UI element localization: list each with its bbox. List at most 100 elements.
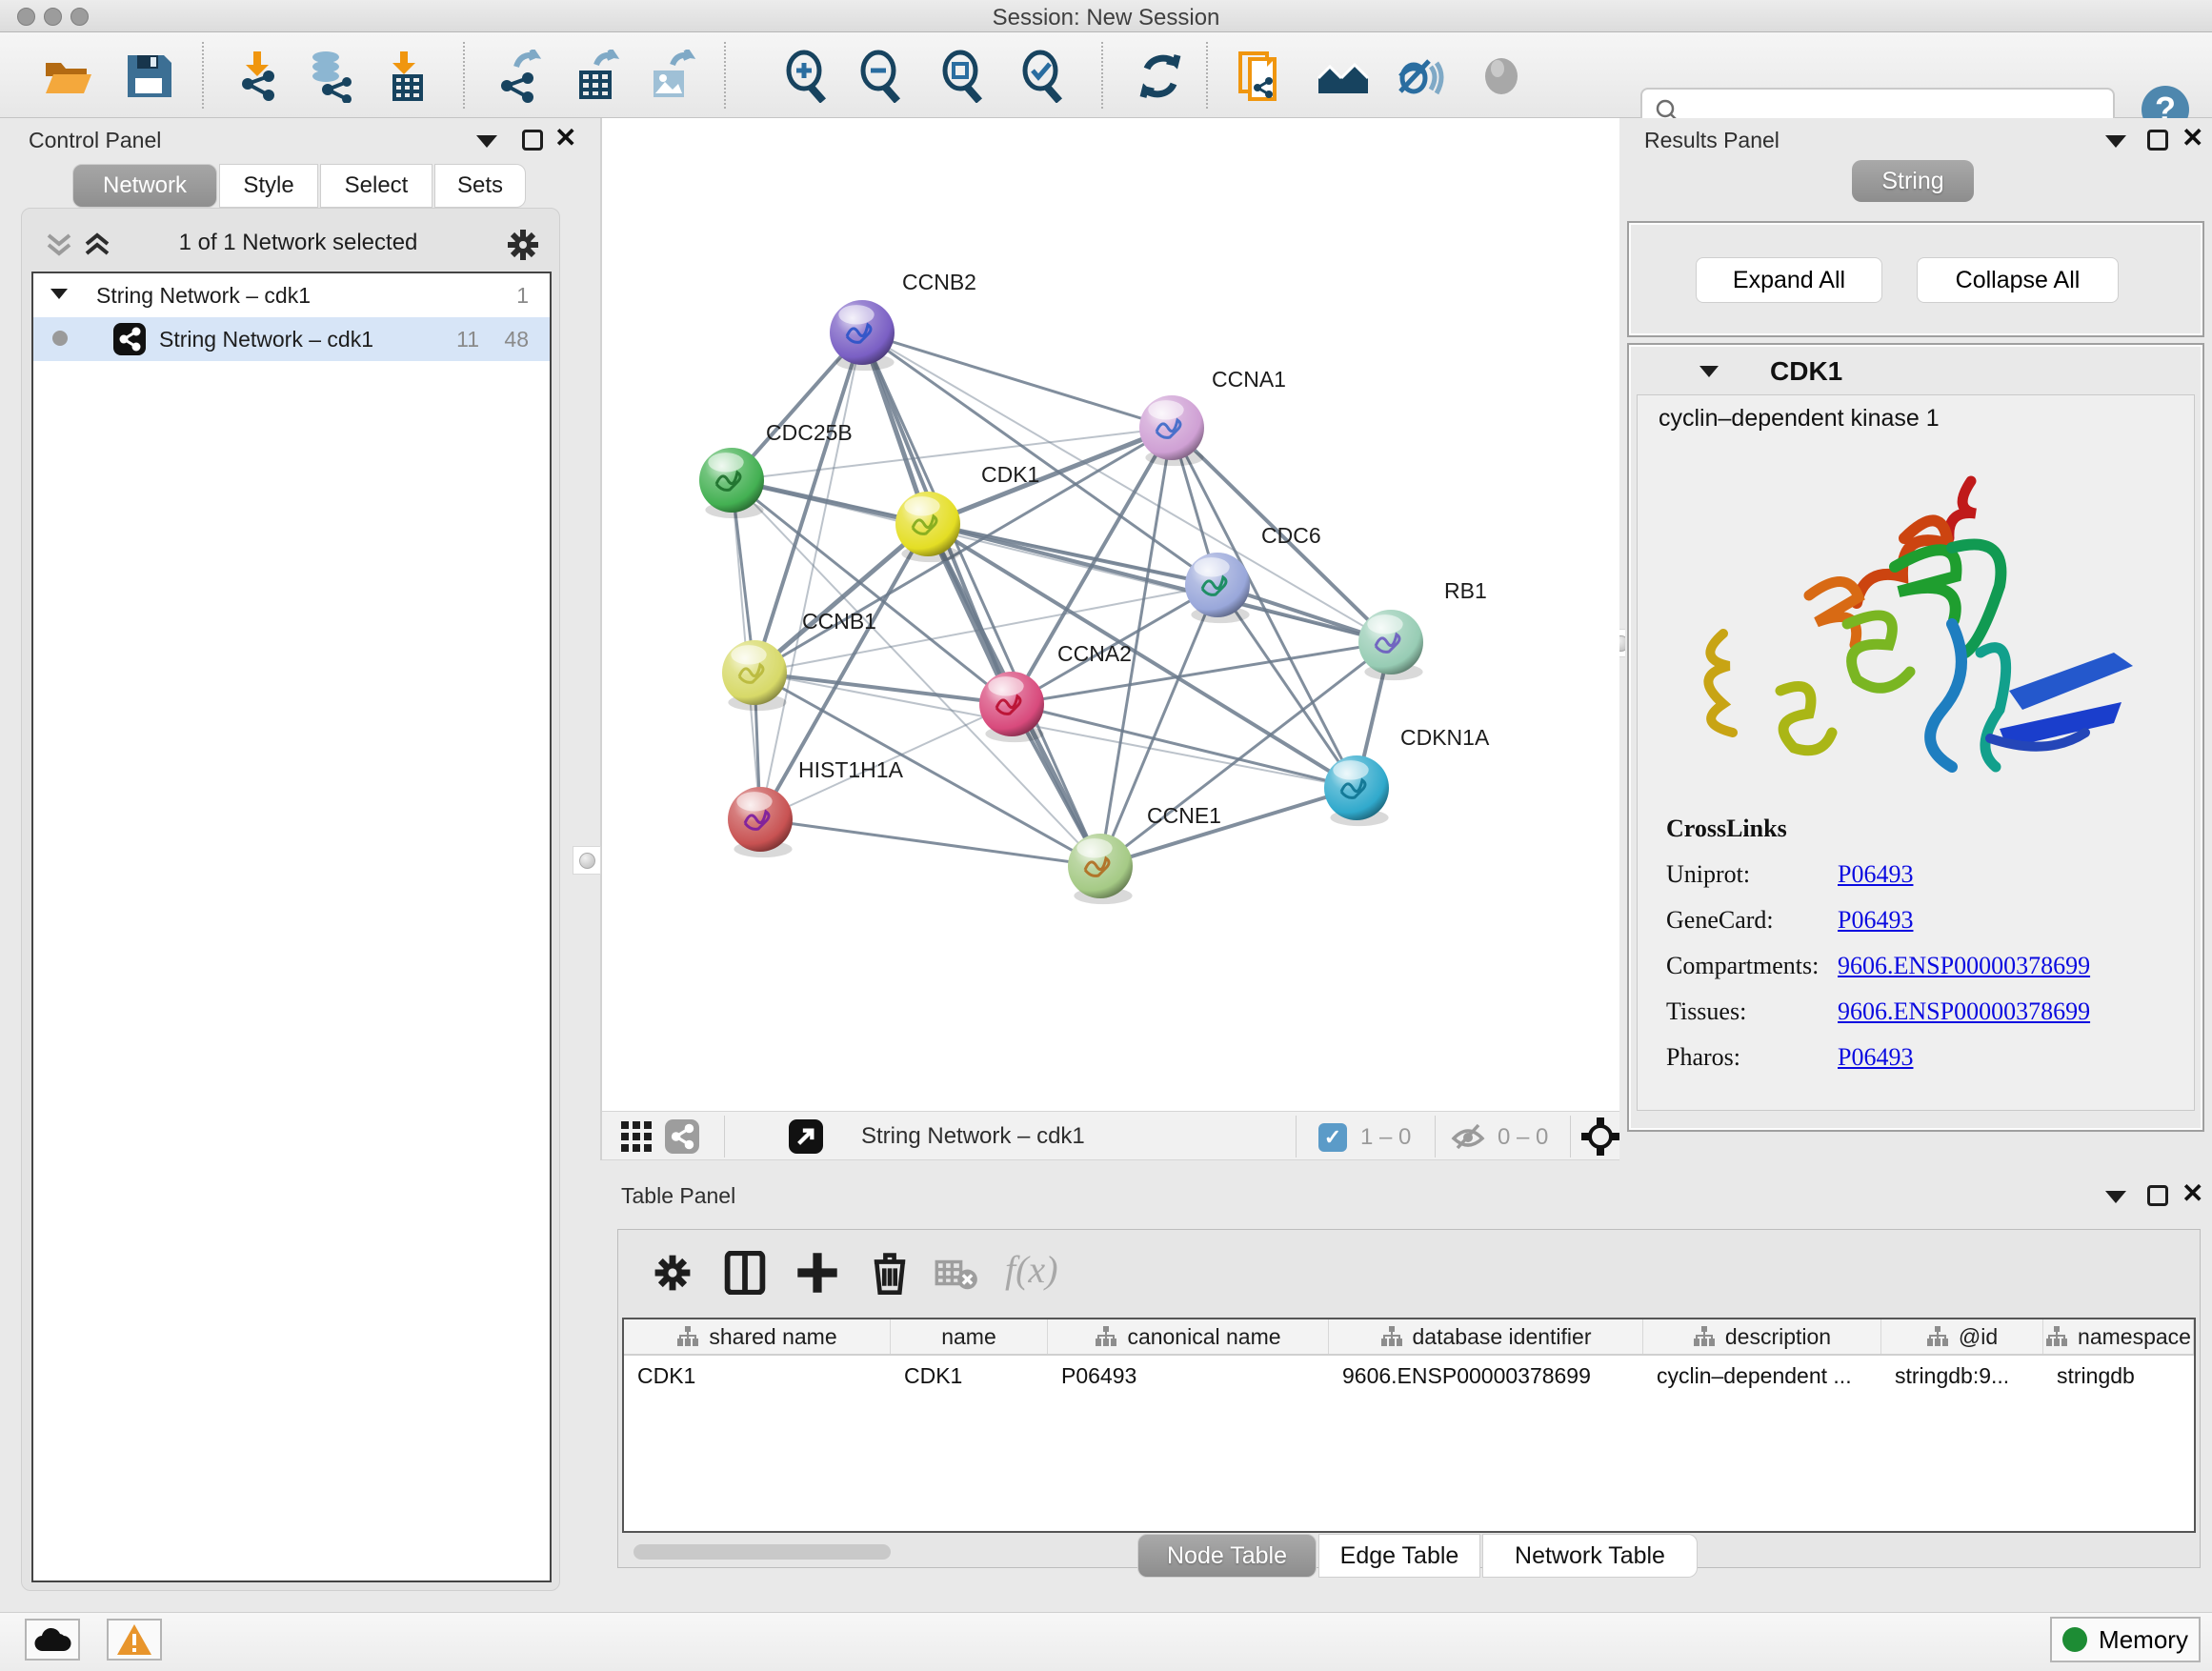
network-edge[interactable] <box>1012 704 1357 788</box>
table-panel-close-icon[interactable]: ✕ <box>2182 1183 2203 1204</box>
tab-style[interactable]: Style <box>219 164 318 208</box>
cloud-button[interactable] <box>25 1619 80 1661</box>
string-results-tab[interactable]: String <box>1852 160 1974 202</box>
node-label: CCNE1 <box>1147 803 1221 828</box>
control-panel-collapse-icon[interactable] <box>476 135 497 148</box>
column-header-namespace[interactable]: namespace <box>2043 1319 2194 1354</box>
collapse-all-button[interactable]: Collapse All <box>1917 257 2119 303</box>
results-panel-collapse-icon[interactable] <box>2105 135 2126 148</box>
zoom-in-icon[interactable] <box>781 50 835 103</box>
cell-canonical-name[interactable]: P06493 <box>1048 1356 1329 1396</box>
column-header-description[interactable]: description <box>1643 1319 1881 1354</box>
apply-layout-icon[interactable] <box>1134 50 1187 103</box>
memory-label: Memory <box>2099 1625 2188 1655</box>
import-network-from-database-icon[interactable] <box>303 50 356 103</box>
export-table-icon[interactable] <box>570 50 623 103</box>
table-panel-float-icon[interactable] <box>2147 1185 2168 1206</box>
left-splitter-handle[interactable] <box>573 846 601 875</box>
network-edge[interactable] <box>1100 642 1391 866</box>
zoom-out-icon[interactable] <box>855 50 909 103</box>
column-header-name[interactable]: name <box>891 1319 1048 1354</box>
warning-button[interactable] <box>107 1619 162 1661</box>
open-session-icon[interactable] <box>42 50 95 103</box>
network-canvas[interactable]: CCNB2CCNA1CDC25BCDK1CDC6RB1CCNB1CCNA2CDK… <box>602 118 1619 1111</box>
hide-glasses-icon[interactable] <box>1393 50 1446 103</box>
cell-description[interactable]: cyclin–dependent ... <box>1643 1356 1881 1396</box>
crosslink-link[interactable]: 9606.ENSP00000378699 <box>1838 952 2090 980</box>
grid-view-icon[interactable] <box>621 1121 654 1152</box>
import-network-icon[interactable] <box>231 50 284 103</box>
export-network-icon[interactable] <box>492 50 545 103</box>
show-columns-icon[interactable] <box>723 1251 767 1295</box>
tab-network[interactable]: Network <box>72 164 217 208</box>
birdseye-crosshair-icon[interactable] <box>1581 1117 1619 1156</box>
tab-edge-table[interactable]: Edge Table <box>1318 1534 1480 1578</box>
network-options-gear-icon[interactable] <box>504 226 542 264</box>
import-table-icon[interactable] <box>379 50 432 103</box>
zoom-fit-icon[interactable] <box>937 50 991 103</box>
results-panel-close-icon[interactable]: ✕ <box>2182 128 2203 149</box>
delete-column-icon[interactable] <box>868 1251 912 1295</box>
network-edge[interactable] <box>1100 788 1357 866</box>
zoom-selected-icon[interactable] <box>1017 50 1071 103</box>
collapse-all-networks-icon[interactable] <box>81 230 113 260</box>
network-edge[interactable] <box>862 332 1391 642</box>
table-gear-icon[interactable] <box>651 1251 694 1295</box>
column-header-database-identifier[interactable]: database identifier <box>1329 1319 1643 1354</box>
network-node-ccnb1[interactable]: CCNB1 <box>722 609 876 711</box>
memory-button[interactable]: Memory <box>2050 1617 2201 1662</box>
string-home-icon[interactable] <box>1317 50 1370 103</box>
string-import-icon[interactable] <box>1235 50 1288 103</box>
network-edge[interactable] <box>862 332 1172 428</box>
cell-name[interactable]: CDK1 <box>891 1356 1048 1396</box>
table-panel-collapse-icon[interactable] <box>2105 1191 2126 1203</box>
tab-select[interactable]: Select <box>320 164 432 208</box>
table-row[interactable]: CDK1CDK1P064939606.ENSP00000378699cyclin… <box>624 1356 2194 1396</box>
gene-header[interactable]: CDK1 <box>1637 352 2195 394</box>
column-header-shared-name[interactable]: shared name <box>624 1319 891 1354</box>
network-node-ccna1[interactable]: CCNA1 <box>1139 367 1286 466</box>
network-node-cdkn1a[interactable]: CDKN1A <box>1324 725 1490 826</box>
column-header-canonical-name[interactable]: canonical name <box>1048 1319 1329 1354</box>
gene-collapse-icon[interactable] <box>1699 366 1719 377</box>
hidden-eye-icon[interactable] <box>1450 1121 1486 1152</box>
control-panel-close-icon[interactable]: ✕ <box>554 128 576 149</box>
create-column-icon[interactable] <box>795 1251 839 1295</box>
crosslink-link[interactable]: 9606.ENSP00000378699 <box>1838 997 2090 1026</box>
export-image-icon[interactable] <box>644 50 697 103</box>
results-panel-float-icon[interactable] <box>2147 130 2168 151</box>
network-row[interactable]: String Network – cdk1 11 48 <box>33 317 550 361</box>
network-edge[interactable] <box>760 332 862 819</box>
control-panel-float-icon[interactable] <box>522 130 543 151</box>
crosslink-link[interactable]: P06493 <box>1838 860 1913 889</box>
network-edge[interactable] <box>928 524 1391 642</box>
selected-checkbox-icon[interactable]: ✓ <box>1318 1123 1347 1152</box>
collection-expand-icon[interactable] <box>50 289 68 299</box>
tab-sets[interactable]: Sets <box>434 164 526 208</box>
tab-node-table[interactable]: Node Table <box>1137 1534 1317 1578</box>
network-node-rb1[interactable]: RB1 <box>1358 578 1487 680</box>
network-edge[interactable] <box>754 673 1012 704</box>
network-node-hist1h1a[interactable]: HIST1H1A <box>728 757 904 857</box>
network-edge[interactable] <box>760 819 1100 866</box>
save-session-icon[interactable] <box>122 50 175 103</box>
cell-shared-name[interactable]: CDK1 <box>624 1356 891 1396</box>
network-edge[interactable] <box>754 524 928 673</box>
column-header-@id[interactable]: @id <box>1881 1319 2043 1354</box>
cell-namespace[interactable]: stringdb <box>2043 1356 2194 1396</box>
expand-all-button[interactable]: Expand All <box>1696 257 1882 303</box>
eye-icon[interactable] <box>1475 50 1528 103</box>
expand-all-networks-icon[interactable] <box>43 230 75 260</box>
network-view-share-icon[interactable] <box>665 1119 699 1154</box>
open-external-icon[interactable] <box>789 1119 823 1154</box>
cell-@id[interactable]: stringdb:9... <box>1881 1356 2043 1396</box>
function-builder-icon[interactable]: f(x) <box>1005 1247 1058 1292</box>
cell-database-identifier[interactable]: 9606.ENSP00000378699 <box>1329 1356 1643 1396</box>
clear-table-icon[interactable] <box>935 1251 978 1295</box>
crosslink-link[interactable]: P06493 <box>1838 1043 1913 1072</box>
crosslink-link[interactable]: P06493 <box>1838 906 1913 935</box>
table-horizontal-scrollbar[interactable] <box>633 1544 891 1560</box>
network-edge[interactable] <box>862 332 1100 866</box>
network-collection-row[interactable]: String Network – cdk1 1 <box>33 273 550 317</box>
tab-network-table[interactable]: Network Table <box>1482 1534 1698 1578</box>
